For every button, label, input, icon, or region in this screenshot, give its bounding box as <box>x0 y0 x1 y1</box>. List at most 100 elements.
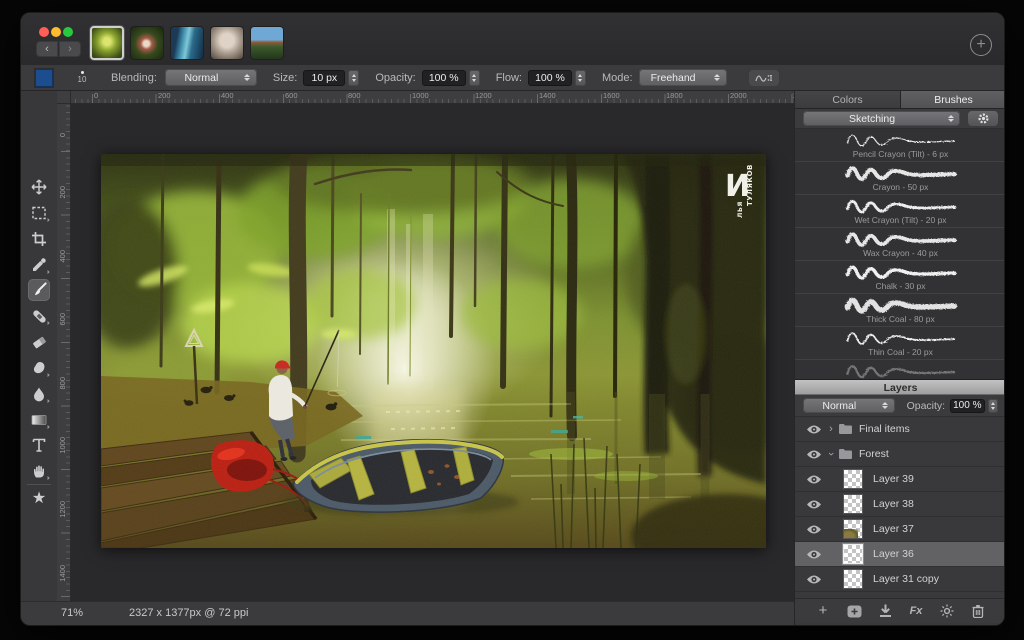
brush-stroke-preview <box>813 361 989 379</box>
blending-dropdown[interactable]: Normal <box>165 69 257 86</box>
stylus-pressure-icon <box>755 73 773 83</box>
paint-brush-icon <box>31 282 47 298</box>
forward-button[interactable]: › <box>59 41 81 57</box>
brush-item[interactable]: Wet Crayon (Tilt) - 20 px <box>795 195 1005 228</box>
visibility-eye-icon[interactable] <box>805 424 823 435</box>
brush-item[interactable]: Thick Coal - 80 px <box>795 294 1005 327</box>
zoom-level[interactable]: 71% <box>61 607 83 619</box>
tool-heal[interactable] <box>28 305 50 327</box>
size-input[interactable]: 10 px <box>303 70 345 86</box>
brush-item-partial[interactable] <box>795 360 1005 379</box>
ruler-label: 2000 <box>730 91 747 100</box>
layer-name: Layer 38 <box>873 498 914 510</box>
back-button[interactable]: ‹ <box>36 41 58 57</box>
add-layer-button[interactable]: + <box>814 603 832 619</box>
app-window: ‹ › + 10 Blending: Normal Size: 10 px Op… <box>20 12 1005 626</box>
ruler-label: 600 <box>58 313 67 326</box>
tool-smudge[interactable] <box>28 357 50 379</box>
brush-list: Pencil Crayon (Tilt) - 6 px Crayon - 50 … <box>795 129 1005 379</box>
layer-opacity-input[interactable]: 100 % <box>950 399 984 413</box>
layer-row[interactable]: Layer 38 <box>795 492 1005 517</box>
layer-thumbnail[interactable] <box>843 494 863 514</box>
move-icon <box>31 179 47 195</box>
tool-paint-brush[interactable] <box>28 279 50 301</box>
opacity-stepper[interactable] <box>469 70 480 86</box>
close-button[interactable] <box>39 27 49 37</box>
merge-down-button[interactable] <box>876 603 894 619</box>
layer-row-selected[interactable]: Layer 36 <box>795 542 1005 567</box>
minimize-button[interactable] <box>51 27 61 37</box>
visibility-eye-icon[interactable] <box>805 499 823 510</box>
tool-type[interactable] <box>28 434 50 456</box>
canvas-painting[interactable]: И ТУЛЯКОВ ЛЬЯ <box>101 154 766 548</box>
brush-settings-button[interactable] <box>968 111 998 126</box>
layer-thumbnail[interactable] <box>843 519 863 539</box>
brush-item[interactable]: Pencil Crayon (Tilt) - 6 px <box>795 129 1005 162</box>
chevron-right-icon[interactable]: › <box>825 423 837 435</box>
title-bar[interactable]: ‹ › + <box>21 13 1004 66</box>
brush-item[interactable]: Thin Coal - 20 px <box>795 327 1005 360</box>
new-document-button[interactable]: + <box>970 34 992 56</box>
brush-item[interactable]: Wax Crayon - 40 px <box>795 228 1005 261</box>
tool-eraser[interactable] <box>28 331 50 353</box>
layer-row[interactable]: Layer 37 <box>795 517 1005 542</box>
ruler-label: 800 <box>348 91 361 100</box>
stylus-pressure-button[interactable] <box>749 70 779 86</box>
document-thumbnail-landscape[interactable] <box>250 26 284 60</box>
visibility-eye-icon[interactable] <box>805 574 823 585</box>
layer-blend-value: Normal <box>803 400 876 412</box>
document-thumbnail-cave[interactable] <box>170 26 204 60</box>
opacity-label: Opacity: <box>375 72 415 84</box>
tab-colors[interactable]: Colors <box>795 91 901 109</box>
layer-row-final-items[interactable]: › Final items <box>795 417 1005 442</box>
layer-thumbnail[interactable] <box>843 469 863 489</box>
layer-effects-button[interactable]: Fx <box>907 603 925 619</box>
brush-category-dropdown[interactable]: Sketching <box>803 111 960 126</box>
size-label: Size: <box>273 72 297 84</box>
brush-item[interactable]: Chalk - 30 px <box>795 261 1005 294</box>
layer-row-forest[interactable]: › Forest <box>795 442 1005 467</box>
brush-item[interactable]: Crayon - 50 px <box>795 162 1005 195</box>
layer-row[interactable]: Layer 39 <box>795 467 1005 492</box>
eraser-icon <box>31 334 47 350</box>
document-thumbnail-cat[interactable] <box>210 26 244 60</box>
tab-brushes[interactable]: Brushes <box>901 91 1005 109</box>
tool-options-bar: 10 Blending: Normal Size: 10 px Opacity:… <box>21 65 1004 91</box>
layer-blend-dropdown[interactable]: Normal <box>803 398 895 413</box>
tool-move[interactable] <box>28 176 50 198</box>
adjustments-button[interactable] <box>938 603 956 619</box>
right-panel: Colors Brushes Sketching Pencil Crayon (… <box>794 91 1005 626</box>
tool-gradient[interactable] <box>28 409 50 431</box>
tool-crop[interactable] <box>28 228 50 250</box>
tool-eyedropper[interactable] <box>28 254 50 276</box>
document-thumbnail-forest[interactable] <box>90 26 124 60</box>
layer-row[interactable]: Layer 31 copy <box>795 567 1005 592</box>
brush-size-preview[interactable]: 10 <box>71 71 93 84</box>
visibility-eye-icon[interactable] <box>805 524 823 535</box>
tool-shape-star[interactable]: ★ <box>28 488 50 510</box>
ruler-label: 0 <box>94 91 98 100</box>
opacity-input[interactable]: 100 % <box>422 70 466 86</box>
layer-opacity-stepper[interactable] <box>988 399 998 413</box>
canvas-viewport[interactable]: И ТУЛЯКОВ ЛЬЯ <box>71 104 794 601</box>
document-thumbnail-orchid[interactable] <box>130 26 164 60</box>
add-group-button[interactable] <box>845 603 863 619</box>
chevron-down-icon[interactable]: › <box>825 448 837 460</box>
visibility-eye-icon[interactable] <box>805 449 823 460</box>
tool-hand[interactable] <box>28 460 50 482</box>
visibility-eye-icon[interactable] <box>805 474 823 485</box>
color-swatch[interactable] <box>35 69 53 87</box>
layer-thumbnail[interactable] <box>843 544 863 564</box>
layer-thumbnail[interactable] <box>843 569 863 589</box>
ruler-vertical: 0 200 400 600 800 1000 1200 1400 1600 <box>57 104 71 601</box>
zoom-button[interactable] <box>63 27 73 37</box>
tool-blur[interactable] <box>28 383 50 405</box>
mode-label: Mode: <box>602 72 633 84</box>
visibility-eye-icon[interactable] <box>805 549 823 560</box>
delete-layer-button[interactable] <box>969 603 987 619</box>
size-stepper[interactable] <box>348 70 359 86</box>
flow-stepper[interactable] <box>575 70 586 86</box>
flow-input[interactable]: 100 % <box>528 70 572 86</box>
mode-dropdown[interactable]: Freehand <box>639 69 727 86</box>
tool-rectangular-selection[interactable] <box>28 202 50 224</box>
